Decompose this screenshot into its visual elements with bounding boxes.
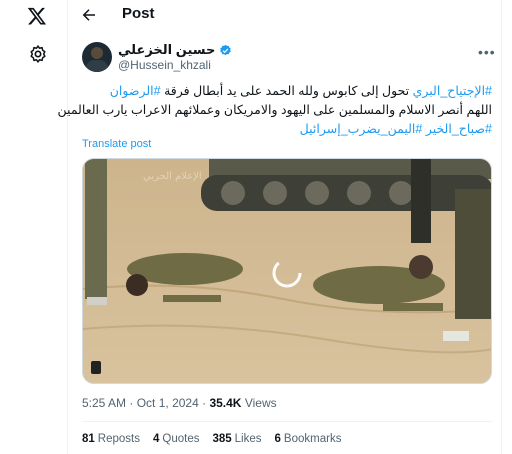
top-bar: Post — [68, 0, 502, 30]
hashtag-link[interactable]: #الإجتياح_البري — [413, 84, 492, 98]
post-time[interactable]: 5:25 AM — [82, 396, 126, 410]
reposts-count: 81 — [82, 433, 95, 445]
author-name-row[interactable]: حسين الخزعلي — [118, 42, 232, 58]
author-name[interactable]: حسين الخزعلي — [118, 42, 215, 58]
divider — [82, 421, 492, 422]
tweet-text-segment: اللهم أنصر الاسلام والمسلمين على اليهود … — [57, 103, 492, 117]
x-logo-icon[interactable] — [26, 6, 48, 26]
tweet-text-line: اللهم أنصر الاسلام والمسلمين على اليهود … — [58, 101, 492, 120]
bookmarks-count: 6 — [274, 433, 281, 445]
avatar[interactable] — [82, 42, 112, 72]
tweet-text: #الإجتياح_البري تحول إلى كابوس ولله الحم… — [58, 82, 492, 139]
post-detail-column: Post حسين الخزعلي @Hussein_khzali ••• #ا… — [58, 0, 502, 454]
reposts-stat[interactable]: 81 Reposts — [82, 433, 140, 445]
left-rail — [0, 0, 68, 454]
views-label: Views — [244, 396, 277, 410]
post-meta: 5:25 AM · Oct 1, 2024 · 35.4K Views — [82, 396, 277, 410]
tweet-text-line: #الإجتياح_البري تحول إلى كابوس ولله الحم… — [82, 82, 492, 101]
views-count: 35.4K — [209, 396, 242, 410]
bookmarks-stat[interactable]: 6 Bookmarks — [275, 433, 342, 445]
post-date[interactable]: Oct 1, 2024 — [137, 396, 199, 410]
engagement-stats: 81 Reposts 4 Quotes 385 Likes 6 Bookmarks — [82, 433, 341, 445]
video-watermark: الإعلام الحربي — [143, 171, 202, 182]
more-options-icon[interactable]: ••• — [478, 44, 496, 60]
hashtag-link[interactable]: #اليمن_يضرب_إسرائيل — [300, 122, 423, 136]
hashtag-link[interactable]: #الرضوان — [110, 84, 161, 98]
translate-post-link[interactable]: Translate post — [82, 138, 151, 150]
tweet-video[interactable]: الإعلام الحربي — [82, 158, 492, 384]
quotes-count: 4 — [152, 433, 160, 445]
quotes-label: Quotes — [162, 433, 200, 445]
likes-label: Likes — [234, 433, 262, 445]
page-title: Post — [122, 5, 155, 22]
likes-count: 385 — [212, 433, 232, 445]
hashtag-link[interactable]: #صباح_الخير — [426, 122, 492, 136]
likes-stat[interactable]: 385 Likes — [212, 433, 261, 445]
back-arrow-icon[interactable] — [80, 6, 98, 24]
settings-gear-icon[interactable] — [28, 44, 48, 64]
quotes-stat[interactable]: 4 Quotes — [153, 433, 199, 445]
tweet-text-segment: تحول إلى كابوس ولله الحمد على يد أبطال ف… — [160, 84, 413, 98]
reposts-label: Reposts — [97, 433, 140, 445]
tweet-text-line: #صباح_الخير #اليمن_يضرب_إسرائيل — [82, 120, 492, 139]
bookmarks-label: Bookmarks — [283, 433, 342, 445]
video-frame: الإعلام الحربي — [83, 159, 491, 383]
verified-badge-icon — [220, 44, 232, 55]
author-handle[interactable]: @Hussein_khzali — [118, 58, 211, 72]
